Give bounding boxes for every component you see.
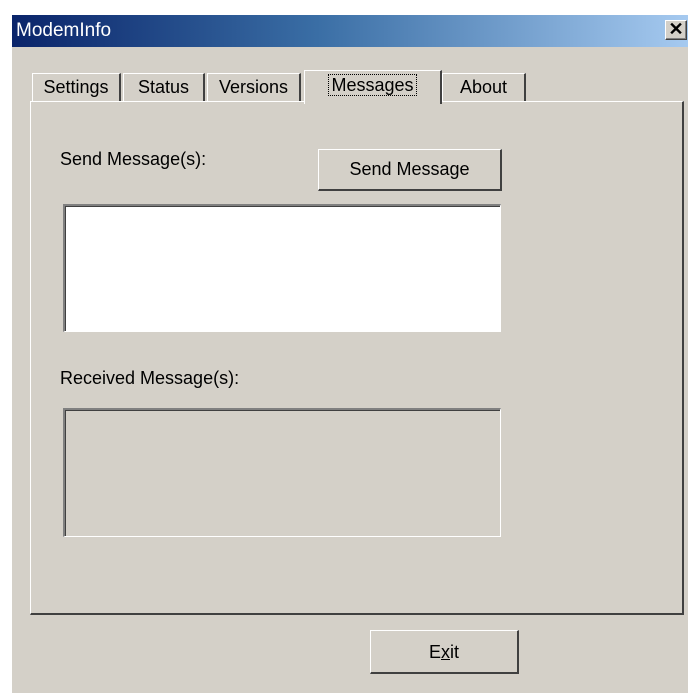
window-title: ModemInfo [16, 20, 112, 41]
messages-panel: Send Message(s): Send Message Received M… [30, 101, 684, 615]
received-messages-box [63, 408, 501, 537]
tab-messages[interactable]: Messages [304, 70, 442, 104]
received-messages-label: Received Message(s): [60, 368, 240, 388]
close-icon: ✕ [668, 19, 684, 39]
exit-label-prefix: E [428, 641, 441, 662]
tab-settings[interactable]: Settings [32, 73, 121, 101]
send-message-input[interactable] [63, 204, 501, 332]
send-message-button[interactable]: Send Message [318, 149, 502, 191]
tab-messages-label: Messages [328, 74, 417, 96]
exit-button[interactable]: Exit [370, 630, 519, 674]
exit-label-accel: x [441, 641, 450, 662]
exit-label-suffix: it [450, 641, 459, 662]
tab-status-label: Status [137, 77, 190, 97]
tab-about-label: About [459, 77, 508, 97]
tab-about[interactable]: About [442, 73, 526, 101]
tab-versions-label: Versions [218, 77, 289, 97]
tab-versions[interactable]: Versions [207, 73, 301, 101]
close-button[interactable]: ✕ [665, 20, 687, 40]
tab-status[interactable]: Status [123, 73, 205, 101]
title-bar[interactable]: ModemInfo ✕ [12, 15, 688, 47]
send-messages-label: Send Message(s): [60, 149, 207, 169]
modeminfo-window: ModemInfo ✕ Settings Status Versions Mes… [11, 14, 688, 693]
tab-settings-label: Settings [43, 77, 109, 97]
